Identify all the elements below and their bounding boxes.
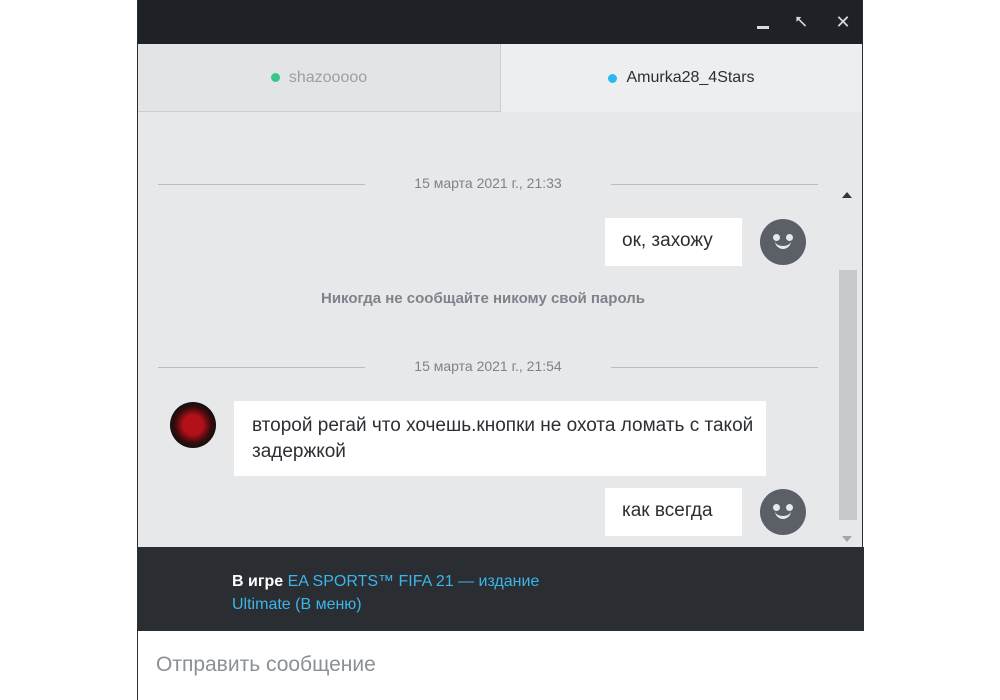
restore-icon[interactable]: ⭦ bbox=[787, 8, 815, 36]
own-message-bubble: ок, захожу bbox=[605, 218, 742, 266]
chat-window: ⭦ ✕ shazooooo Amurka28_4Stars 15 марта 2… bbox=[137, 0, 864, 700]
message-composer bbox=[138, 631, 864, 700]
own-message-bubble: как всегда bbox=[605, 488, 742, 536]
tab-shazooooo[interactable]: shazooooo bbox=[138, 44, 501, 112]
scrollbar-thumb[interactable] bbox=[839, 270, 857, 520]
message-list[interactable]: 15 марта 2021 г., 21:33 ок, захожу Никог… bbox=[138, 112, 864, 547]
message-scrollbar[interactable] bbox=[838, 187, 858, 547]
contact-message-bubble: второй регай что хочешь.кнопки не охота … bbox=[234, 401, 766, 476]
in-game-status-bar: В игре EA SPORTS™ FIFA 21 — издание Ulti… bbox=[138, 547, 864, 631]
title-bar: ⭦ ✕ bbox=[138, 0, 862, 44]
conversation-tabs: shazooooo Amurka28_4Stars bbox=[138, 44, 862, 112]
tab-amurka28[interactable]: Amurka28_4Stars bbox=[501, 44, 862, 112]
tab-label: shazooooo bbox=[288, 68, 368, 86]
security-notice: Никогда не сообщайте никому свой пароль bbox=[321, 290, 645, 307]
date-divider: 15 марта 2021 г., 21:33 bbox=[158, 174, 818, 194]
scroll-up-arrow-icon[interactable] bbox=[842, 192, 852, 198]
close-icon[interactable]: ✕ bbox=[829, 8, 857, 36]
online-status-icon bbox=[608, 73, 618, 83]
minimize-icon[interactable] bbox=[749, 8, 777, 36]
message-input[interactable] bbox=[154, 649, 848, 681]
date-divider: 15 марта 2021 г., 21:54 bbox=[158, 357, 818, 377]
own-avatar[interactable] bbox=[760, 219, 806, 265]
date-label: 15 марта 2021 г., 21:33 bbox=[414, 175, 562, 191]
scroll-down-arrow-icon[interactable] bbox=[842, 536, 852, 542]
date-label: 15 марта 2021 г., 21:54 bbox=[414, 358, 562, 374]
online-status-icon bbox=[270, 73, 280, 82]
contact-avatar[interactable] bbox=[170, 402, 216, 448]
in-game-status: В игре EA SPORTS™ FIFA 21 — издание Ulti… bbox=[232, 570, 572, 616]
in-game-label: В игре bbox=[232, 573, 284, 590]
tab-label: Amurka28_4Stars bbox=[626, 69, 755, 86]
own-avatar[interactable] bbox=[760, 489, 806, 535]
